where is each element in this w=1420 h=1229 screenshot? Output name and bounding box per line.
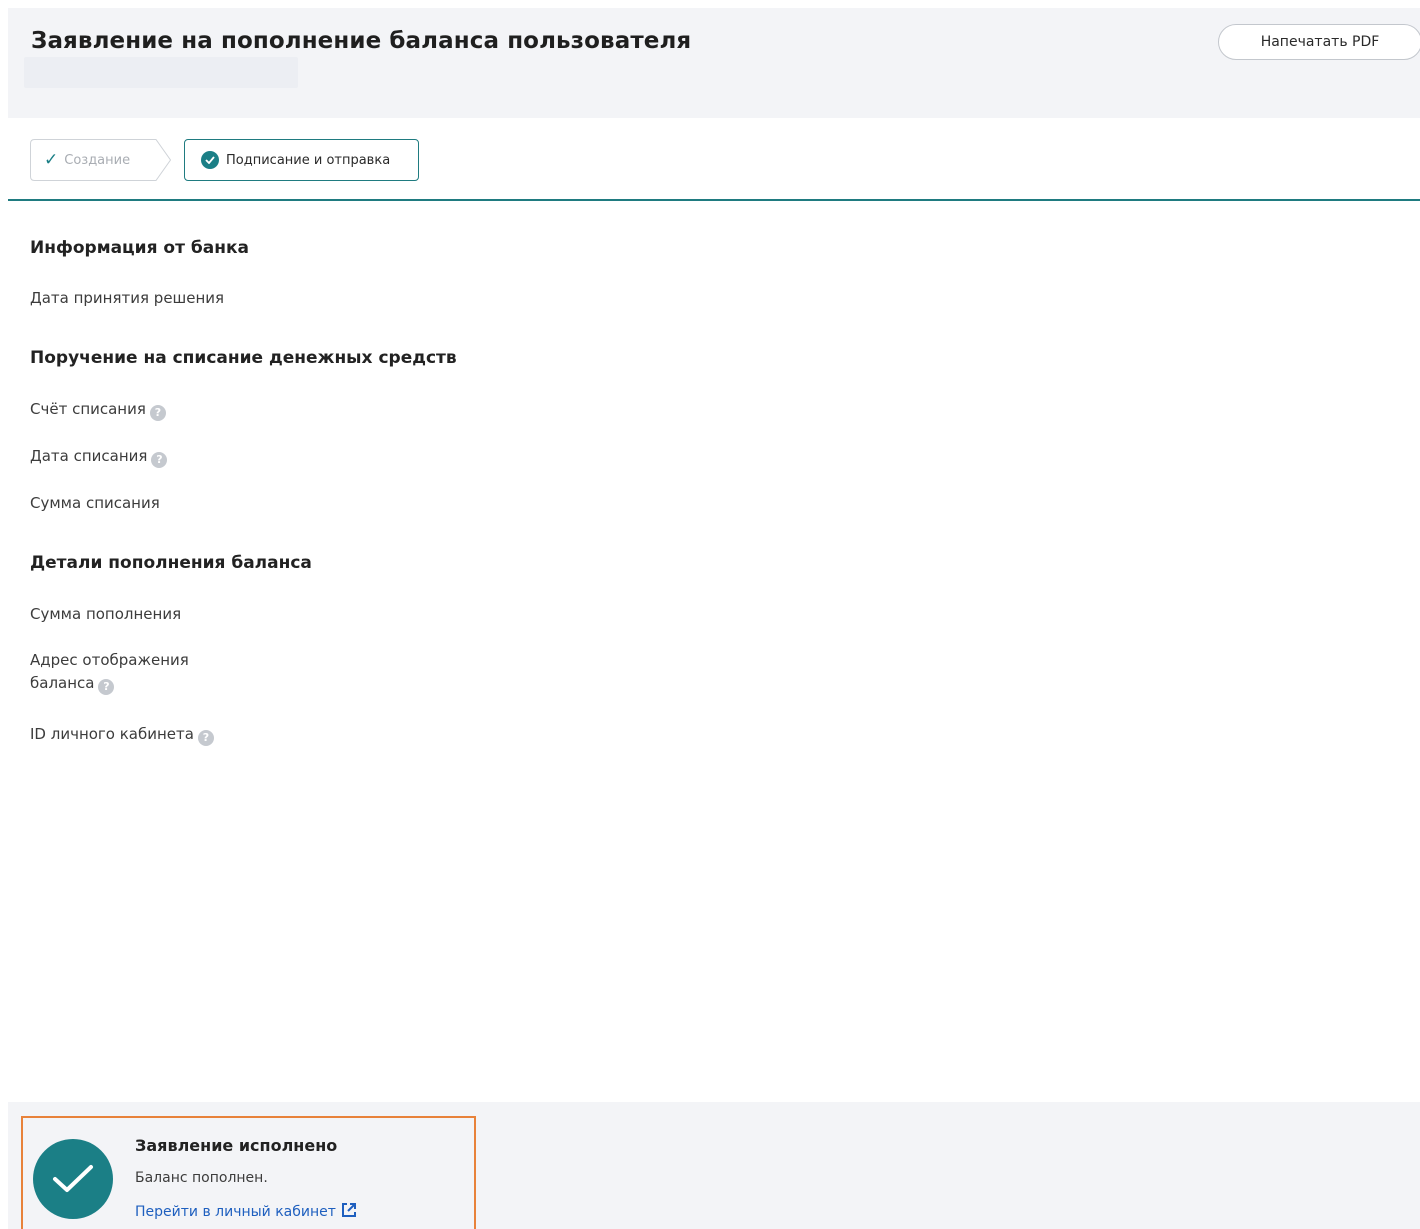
external-link-icon	[341, 1203, 356, 1217]
field-label-debit-account: Счёт списания?	[30, 398, 166, 421]
success-check-icon	[33, 1139, 113, 1219]
question-circle-icon[interactable]: ?	[149, 405, 166, 421]
question-circle-icon[interactable]: ?	[151, 452, 168, 468]
field-label-balance-address: Адрес отображения баланса?	[30, 651, 189, 695]
check-icon: ✓	[44, 149, 59, 170]
field-label-topup-amount: Сумма пополнения	[30, 605, 182, 623]
check-circle-icon	[201, 151, 219, 169]
status-title: Заявление исполнено	[135, 1136, 338, 1155]
page-header: Заявление на пополнение баланса пользова…	[8, 8, 1420, 118]
section-title-bank-info: Информация от банка	[30, 238, 249, 258]
go-to-cabinet-link[interactable]: Перейти в личный кабинет	[135, 1202, 357, 1220]
section-title-debit-order: Поручение на списание денежных средств	[30, 348, 457, 368]
field-label-debit-amount: Сумма списания	[30, 494, 160, 512]
subtitle-placeholder	[24, 57, 298, 88]
status-text: Баланс пополнен.	[135, 1170, 268, 1186]
question-circle-icon[interactable]: ?	[98, 679, 115, 695]
stepper-divider	[8, 199, 1420, 201]
print-pdf-button[interactable]: Напечатать PDF	[1218, 24, 1420, 60]
step-signing[interactable]: Подписание и отправка	[184, 139, 419, 181]
step-signing-label: Подписание и отправка	[226, 152, 391, 168]
step-creation[interactable]: ✓ Создание	[30, 139, 172, 181]
field-label-decision-date: Дата принятия решения	[30, 289, 225, 307]
field-label-debit-date: Дата списания?	[30, 445, 168, 468]
page-title: Заявление на пополнение баланса пользова…	[31, 28, 692, 54]
section-title-topup-details: Детали пополнения баланса	[30, 553, 312, 573]
question-circle-icon[interactable]: ?	[197, 730, 214, 746]
field-label-cabinet-id: ID личного кабинета?	[30, 723, 214, 746]
step-creation-label: Создание	[64, 152, 131, 168]
status-notification: Заявление исполнено Баланс пополнен. Пер…	[21, 1116, 476, 1229]
